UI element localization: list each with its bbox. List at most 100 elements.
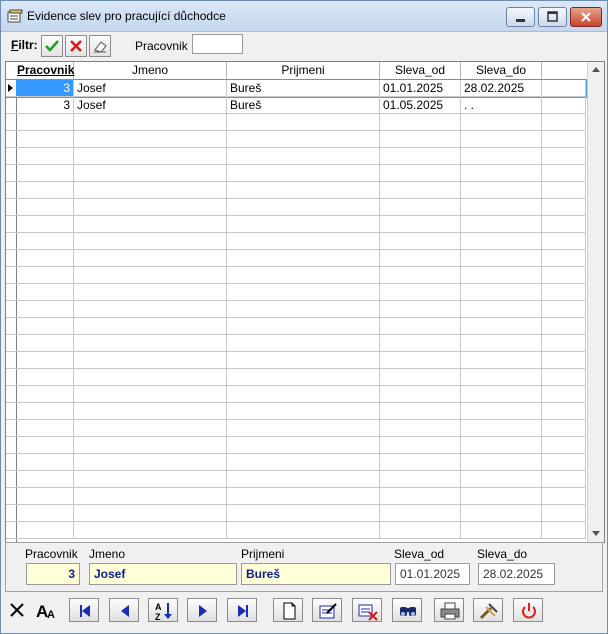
cell-jmeno[interactable] [74, 471, 227, 487]
cell-sleva-do[interactable] [461, 182, 542, 198]
cell-sleva-do[interactable] [461, 488, 542, 504]
cell-sleva-od[interactable] [380, 454, 461, 470]
cell-pracovnik[interactable] [16, 386, 74, 402]
cell-sleva-do[interactable] [461, 165, 542, 181]
cell-prijmeni[interactable] [227, 216, 380, 232]
cell-pracovnik[interactable]: 3 [16, 80, 74, 96]
cell-filler[interactable] [542, 250, 586, 266]
column-header-sleva-od[interactable]: Sleva_od [380, 62, 461, 79]
cell-prijmeni[interactable] [227, 369, 380, 385]
detail-jmeno-field[interactable]: Josef [89, 563, 237, 585]
cell-prijmeni[interactable] [227, 148, 380, 164]
cell-sleva-od[interactable] [380, 318, 461, 334]
cell-filler[interactable] [542, 318, 586, 334]
empty-row[interactable] [6, 318, 586, 335]
cell-jmeno[interactable] [74, 131, 227, 147]
cell-pracovnik[interactable] [16, 250, 74, 266]
cell-pracovnik[interactable] [16, 182, 74, 198]
detail-sleva-od-field[interactable]: 01.01.2025 [395, 563, 470, 585]
column-header-prijmeni[interactable]: Prijmeni [227, 62, 380, 79]
cell-sleva-do[interactable] [461, 250, 542, 266]
empty-row[interactable] [6, 386, 586, 403]
empty-row[interactable] [6, 267, 586, 284]
cell-filler[interactable] [542, 522, 586, 538]
cell-pracovnik[interactable] [16, 437, 74, 453]
cell-filler[interactable] [542, 148, 586, 164]
cell-sleva-od[interactable] [380, 114, 461, 130]
cell-prijmeni[interactable] [227, 522, 380, 538]
cell-jmeno[interactable] [74, 369, 227, 385]
cell-prijmeni[interactable] [227, 114, 380, 130]
cell-sleva-do[interactable] [461, 471, 542, 487]
cell-prijmeni[interactable] [227, 454, 380, 470]
cell-pracovnik[interactable] [16, 216, 74, 232]
cell-sleva-do[interactable] [461, 267, 542, 283]
cell-jmeno[interactable] [74, 182, 227, 198]
cell-sleva-od[interactable] [380, 522, 461, 538]
cell-jmeno[interactable] [74, 165, 227, 181]
empty-row[interactable] [6, 454, 586, 471]
cell-prijmeni[interactable] [227, 335, 380, 351]
cell-prijmeni[interactable] [227, 352, 380, 368]
cell-prijmeni[interactable] [227, 250, 380, 266]
empty-row[interactable] [6, 352, 586, 369]
cell-pracovnik[interactable] [16, 114, 74, 130]
filter-clear-button[interactable] [89, 35, 111, 57]
cell-jmeno[interactable] [74, 114, 227, 130]
cell-filler[interactable] [542, 233, 586, 249]
empty-row[interactable] [6, 488, 586, 505]
cell-sleva-do[interactable] [461, 420, 542, 436]
cell-jmeno[interactable] [74, 267, 227, 283]
empty-row[interactable] [6, 505, 586, 522]
cell-pracovnik[interactable] [16, 165, 74, 181]
cell-sleva-od[interactable] [380, 284, 461, 300]
cell-prijmeni[interactable] [227, 233, 380, 249]
cell-sleva-do[interactable] [461, 301, 542, 317]
cell-sleva-od[interactable] [380, 369, 461, 385]
cell-pracovnik[interactable] [16, 488, 74, 504]
table-row[interactable]: 3 Josef Bureš 01.05.2025. . [6, 97, 586, 114]
column-header-jmeno[interactable]: Jmeno [74, 62, 227, 79]
empty-row[interactable] [6, 437, 586, 454]
empty-row[interactable] [6, 131, 586, 148]
new-record-button[interactable] [273, 598, 303, 622]
cell-prijmeni[interactable] [227, 182, 380, 198]
cell-prijmeni[interactable] [227, 505, 380, 521]
pracovnik-filter-input[interactable] [192, 34, 243, 54]
cell-jmeno[interactable] [74, 335, 227, 351]
filter-cancel-button[interactable] [65, 35, 87, 57]
cell-jmeno[interactable] [74, 454, 227, 470]
delete-record-button[interactable] [352, 598, 382, 622]
cell-prijmeni[interactable] [227, 403, 380, 419]
cell-sleva-od[interactable] [380, 131, 461, 147]
exit-button[interactable] [513, 598, 543, 622]
empty-row[interactable] [6, 471, 586, 488]
cell-prijmeni[interactable] [227, 199, 380, 215]
cell-sleva-do[interactable] [461, 318, 542, 334]
cell-filler[interactable] [542, 386, 586, 402]
cell-pracovnik[interactable] [16, 335, 74, 351]
cell-filler[interactable] [542, 216, 586, 232]
cell-sleva-od[interactable]: 01.05.2025 [380, 97, 461, 113]
cell-filler[interactable] [542, 505, 586, 521]
detail-sleva-do-field[interactable]: 28.02.2025 [478, 563, 555, 585]
column-header-pracovnik[interactable]: Pracovnik [16, 62, 74, 79]
cell-sleva-od[interactable] [380, 386, 461, 402]
cell-filler[interactable] [542, 301, 586, 317]
empty-row[interactable] [6, 284, 586, 301]
cell-sleva-do[interactable] [461, 199, 542, 215]
cell-sleva-do[interactable] [461, 216, 542, 232]
last-record-button[interactable] [227, 598, 257, 622]
cell-prijmeni[interactable] [227, 301, 380, 317]
cell-jmeno[interactable] [74, 199, 227, 215]
empty-row[interactable] [6, 114, 586, 131]
cell-pracovnik[interactable] [16, 505, 74, 521]
cell-filler[interactable] [542, 267, 586, 283]
cell-pracovnik[interactable] [16, 369, 74, 385]
cell-jmeno[interactable] [74, 301, 227, 317]
cell-sleva-do[interactable]: 28.02.2025 [461, 80, 542, 96]
cell-jmeno[interactable] [74, 386, 227, 402]
cell-sleva-do[interactable] [461, 148, 542, 164]
cell-sleva-do[interactable] [461, 454, 542, 470]
cell-sleva-od[interactable] [380, 165, 461, 181]
